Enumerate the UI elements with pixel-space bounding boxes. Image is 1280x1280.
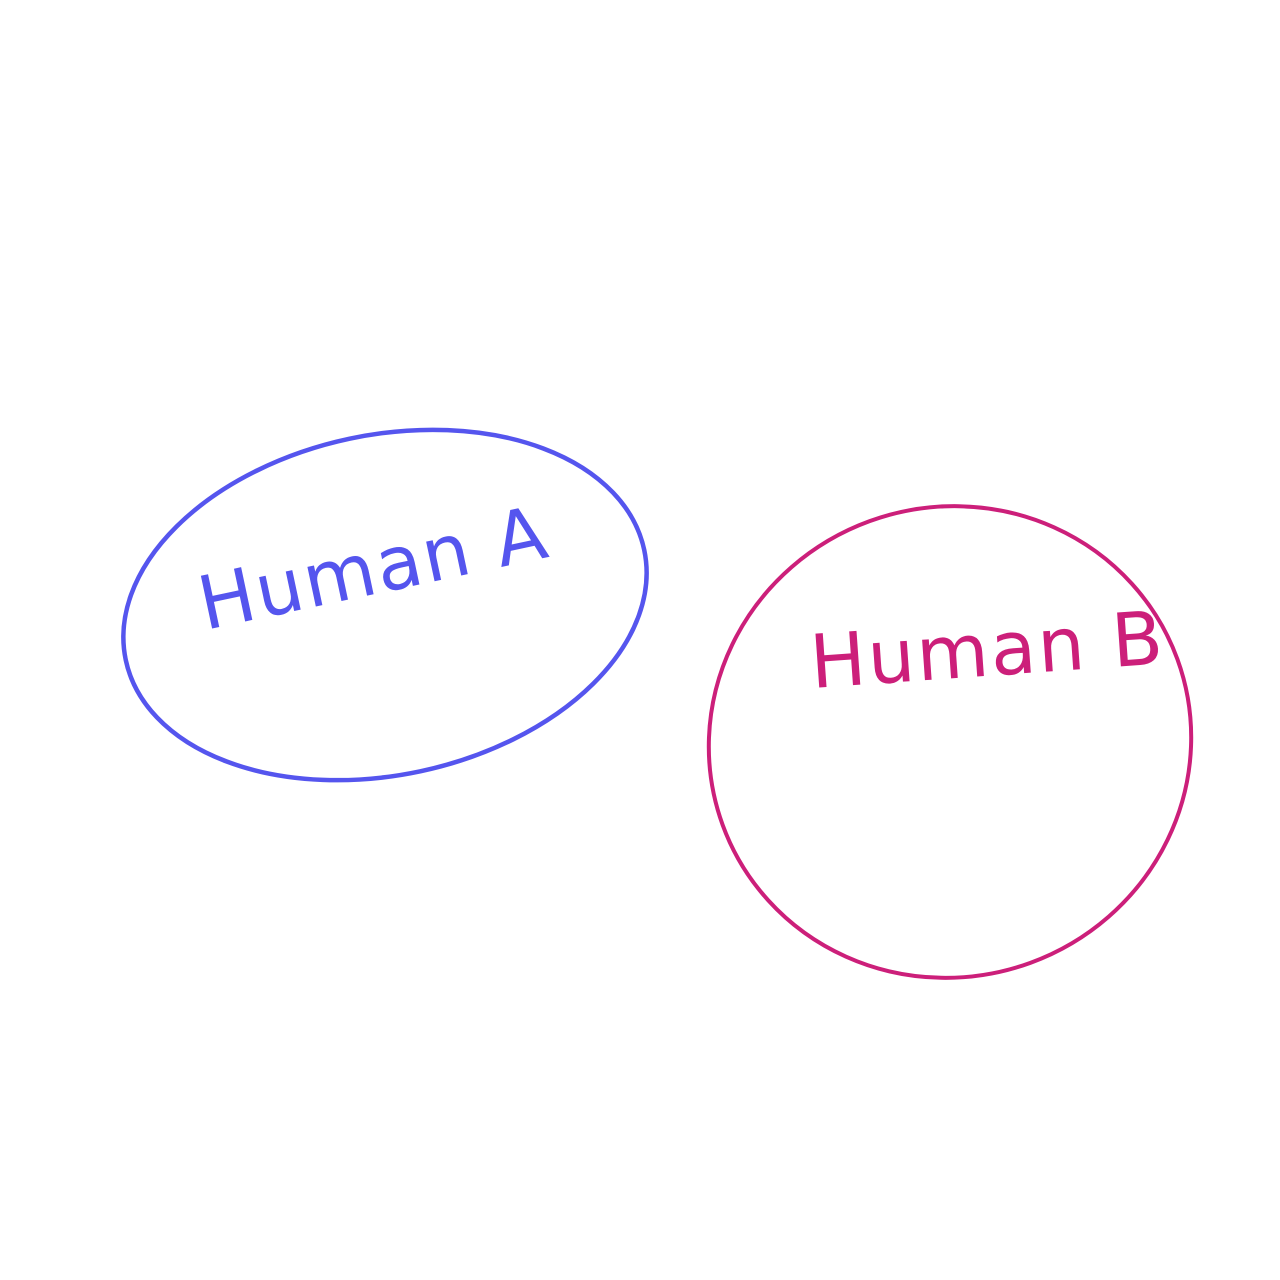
human-b-ellipse bbox=[706, 504, 1194, 980]
node-human-a: Human A bbox=[121, 427, 649, 783]
diagram-svg: Human A Human B bbox=[121, 427, 1194, 980]
whiteboard-canvas: Human A Human B bbox=[0, 0, 1280, 1280]
human-b-label: Human B bbox=[807, 595, 1167, 706]
human-a-label: Human A bbox=[191, 490, 556, 648]
node-human-b: Human B bbox=[706, 504, 1194, 980]
